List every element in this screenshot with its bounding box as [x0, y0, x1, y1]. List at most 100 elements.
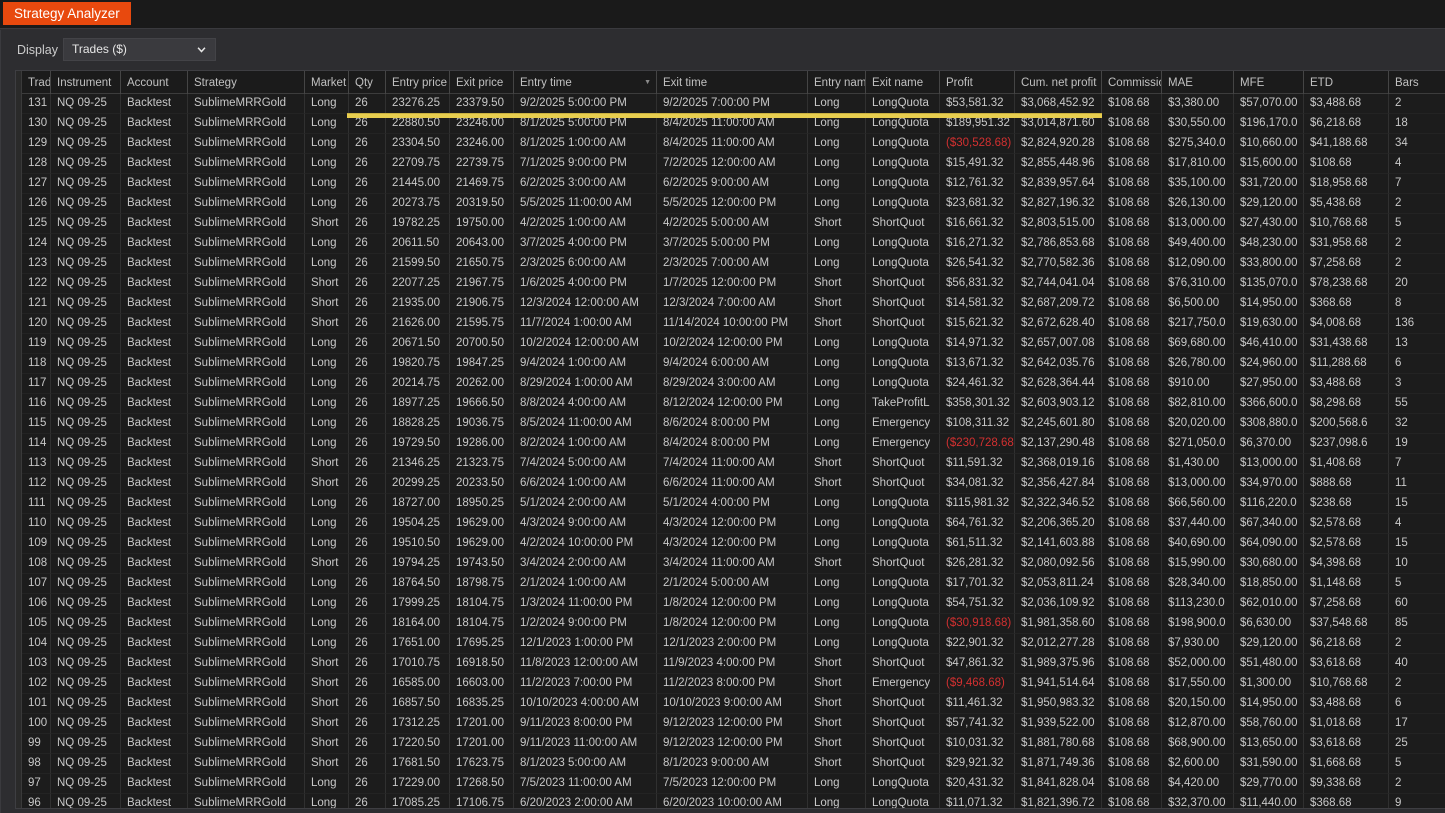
cell-commission: $108.68 [1102, 574, 1162, 594]
cell-entry-price: 19820.75 [386, 354, 450, 374]
cell-bars: 34 [1389, 134, 1445, 154]
table-row[interactable]: 113NQ 09-25BacktestSublimeMRRGoldShort26… [22, 454, 1445, 474]
column-header-entry-name[interactable]: Entry name [808, 71, 866, 94]
cell-instrument: NQ 09-25 [51, 674, 121, 694]
column-header-bars[interactable]: Bars [1389, 71, 1445, 94]
cell-bars: 15 [1389, 494, 1445, 514]
column-header-exit-time[interactable]: Exit time [657, 71, 808, 94]
table-row[interactable]: 128NQ 09-25BacktestSublimeMRRGoldLong262… [22, 154, 1445, 174]
cell-strategy: SublimeMRRGold [188, 714, 305, 734]
cell-market: Short [305, 294, 349, 314]
table-row[interactable]: 101NQ 09-25BacktestSublimeMRRGoldShort26… [22, 694, 1445, 714]
cell-entry-price: 18828.25 [386, 414, 450, 434]
display-dropdown[interactable]: Trades ($) [63, 38, 216, 61]
cell-mae: $13,000.00 [1162, 474, 1234, 494]
cell-account: Backtest [121, 154, 188, 174]
cell-qty: 26 [349, 474, 386, 494]
cell-exit-time: 9/4/2024 6:00:00 AM [657, 354, 808, 374]
table-row[interactable]: 126NQ 09-25BacktestSublimeMRRGoldLong262… [22, 194, 1445, 214]
table-row[interactable]: 116NQ 09-25BacktestSublimeMRRGoldLong261… [22, 394, 1445, 414]
cell-exit-time: 11/14/2024 10:00:00 PM [657, 314, 808, 334]
cell-etd: $2,578.68 [1304, 534, 1389, 554]
table-row[interactable]: 99NQ 09-25BacktestSublimeMRRGoldShort261… [22, 734, 1445, 754]
table-row[interactable]: 104NQ 09-25BacktestSublimeMRRGoldLong261… [22, 634, 1445, 654]
table-row[interactable]: 123NQ 09-25BacktestSublimeMRRGoldLong262… [22, 254, 1445, 274]
column-header-etd[interactable]: ETD [1304, 71, 1389, 94]
column-header-market[interactable]: Market [305, 71, 349, 94]
table-row[interactable]: 112NQ 09-25BacktestSublimeMRRGoldShort26… [22, 474, 1445, 494]
column-header-exit-price[interactable]: Exit price [450, 71, 514, 94]
column-header-trad[interactable]: Trad [22, 71, 51, 94]
table-row[interactable]: 97NQ 09-25BacktestSublimeMRRGoldLong2617… [22, 774, 1445, 794]
table-row[interactable]: 105NQ 09-25BacktestSublimeMRRGoldLong261… [22, 614, 1445, 634]
table-row[interactable]: 130NQ 09-25BacktestSublimeMRRGoldLong262… [22, 114, 1445, 134]
cell-entry-time: 6/20/2023 2:00:00 AM [514, 794, 657, 809]
cell-instrument: NQ 09-25 [51, 574, 121, 594]
cell-exit-price: 17623.75 [450, 754, 514, 774]
cell-commission: $108.68 [1102, 594, 1162, 614]
cell-mae: $2,600.00 [1162, 754, 1234, 774]
cell-cum-net-profit: $2,786,853.68 [1015, 234, 1102, 254]
cell-etd: $10,768.68 [1304, 214, 1389, 234]
table-row[interactable]: 120NQ 09-25BacktestSublimeMRRGoldShort26… [22, 314, 1445, 334]
column-header-qty[interactable]: Qty [349, 71, 386, 94]
cell-exit-name: ShortQuot [866, 714, 940, 734]
cell-entry-time: 8/2/2024 1:00:00 AM [514, 434, 657, 454]
table-row[interactable]: 111NQ 09-25BacktestSublimeMRRGoldLong261… [22, 494, 1445, 514]
cell-exit-price: 19286.00 [450, 434, 514, 454]
table-row[interactable]: 109NQ 09-25BacktestSublimeMRRGoldLong261… [22, 534, 1445, 554]
table-row[interactable]: 110NQ 09-25BacktestSublimeMRRGoldLong261… [22, 514, 1445, 534]
table-row[interactable]: 117NQ 09-25BacktestSublimeMRRGoldLong262… [22, 374, 1445, 394]
column-header-entry-time[interactable]: Entry time▼ [514, 71, 657, 94]
table-row[interactable]: 107NQ 09-25BacktestSublimeMRRGoldLong261… [22, 574, 1445, 594]
tab-strategy-analyzer[interactable]: Strategy Analyzer [3, 2, 131, 25]
column-header-entry-price[interactable]: Entry price [386, 71, 450, 94]
column-header-account[interactable]: Account [121, 71, 188, 94]
cell-commission: $108.68 [1102, 194, 1162, 214]
table-row[interactable]: 100NQ 09-25BacktestSublimeMRRGoldShort26… [22, 714, 1445, 734]
cell-mfe: $13,650.00 [1234, 734, 1304, 754]
cell-strategy: SublimeMRRGold [188, 594, 305, 614]
table-row[interactable]: 103NQ 09-25BacktestSublimeMRRGoldShort26… [22, 654, 1445, 674]
table-row[interactable]: 129NQ 09-25BacktestSublimeMRRGoldLong262… [22, 134, 1445, 154]
table-row[interactable]: 122NQ 09-25BacktestSublimeMRRGoldShort26… [22, 274, 1445, 294]
cell-cum-net-profit: $1,939,522.00 [1015, 714, 1102, 734]
table-row[interactable]: 102NQ 09-25BacktestSublimeMRRGoldShort26… [22, 674, 1445, 694]
column-header-cum-net-profit[interactable]: Cum. net profit [1015, 71, 1102, 94]
cell-strategy: SublimeMRRGold [188, 274, 305, 294]
table-row[interactable]: 114NQ 09-25BacktestSublimeMRRGoldLong261… [22, 434, 1445, 454]
table-row[interactable]: 125NQ 09-25BacktestSublimeMRRGoldShort26… [22, 214, 1445, 234]
column-header-exit-name[interactable]: Exit name [866, 71, 940, 94]
cell-profit: $34,081.32 [940, 474, 1015, 494]
column-header-commission[interactable]: Commission [1102, 71, 1162, 94]
table-row[interactable]: 106NQ 09-25BacktestSublimeMRRGoldLong261… [22, 594, 1445, 614]
table-row[interactable]: 108NQ 09-25BacktestSublimeMRRGoldShort26… [22, 554, 1445, 574]
table-row[interactable]: 119NQ 09-25BacktestSublimeMRRGoldLong262… [22, 334, 1445, 354]
table-row[interactable]: 121NQ 09-25BacktestSublimeMRRGoldShort26… [22, 294, 1445, 314]
cell-entry-price: 17085.25 [386, 794, 450, 809]
table-row[interactable]: 124NQ 09-25BacktestSublimeMRRGoldLong262… [22, 234, 1445, 254]
cell-entry-time: 8/29/2024 1:00:00 AM [514, 374, 657, 394]
cell-exit-time: 7/5/2023 12:00:00 PM [657, 774, 808, 794]
cell-entry-time: 7/1/2025 9:00:00 PM [514, 154, 657, 174]
cell-entry-name: Long [808, 114, 866, 134]
table-row[interactable]: 131NQ 09-25BacktestSublimeMRRGoldLong262… [22, 94, 1445, 114]
column-header-mfe[interactable]: MFE [1234, 71, 1304, 94]
cell-exit-name: LongQuota [866, 594, 940, 614]
table-row[interactable]: 96NQ 09-25BacktestSublimeMRRGoldLong2617… [22, 794, 1445, 809]
cell-account: Backtest [121, 194, 188, 214]
cell-strategy: SublimeMRRGold [188, 414, 305, 434]
cell-commission: $108.68 [1102, 534, 1162, 554]
column-header-profit[interactable]: Profit [940, 71, 1015, 94]
table-row[interactable]: 98NQ 09-25BacktestSublimeMRRGoldShort261… [22, 754, 1445, 774]
table-row[interactable]: 127NQ 09-25BacktestSublimeMRRGoldLong262… [22, 174, 1445, 194]
column-header-strategy[interactable]: Strategy [188, 71, 305, 94]
table-row[interactable]: 115NQ 09-25BacktestSublimeMRRGoldLong261… [22, 414, 1445, 434]
column-header-instrument[interactable]: Instrument [51, 71, 121, 94]
cell-strategy: SublimeMRRGold [188, 694, 305, 714]
table-row[interactable]: 118NQ 09-25BacktestSublimeMRRGoldLong261… [22, 354, 1445, 374]
cell-etd: $3,488.68 [1304, 94, 1389, 114]
cell-market: Short [305, 474, 349, 494]
column-header-mae[interactable]: MAE [1162, 71, 1234, 94]
cell-exit-name: LongQuota [866, 234, 940, 254]
